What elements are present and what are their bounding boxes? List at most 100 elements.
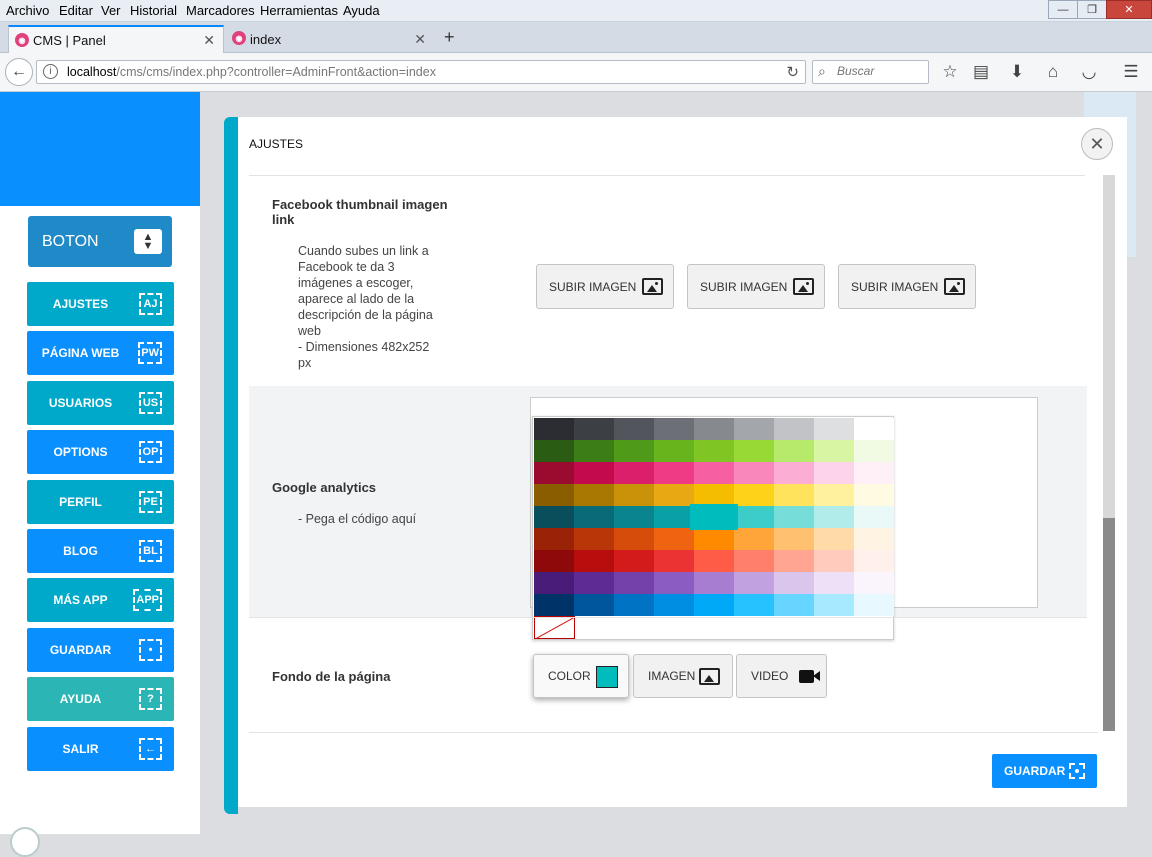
pocket-icon[interactable]: ◡ [1078,61,1100,83]
tab-index[interactable]: ◉ index ✕ [226,25,434,53]
color-swatch[interactable] [654,462,694,484]
close-tab-icon[interactable]: ✕ [414,31,426,48]
upload-image-button-1[interactable]: SUBIR IMAGEN [536,264,674,309]
reload-icon[interactable]: ↻ [786,63,799,81]
color-swatch[interactable] [694,418,734,440]
color-swatch[interactable] [774,506,814,528]
search-box[interactable]: ⌕ [812,60,929,84]
menu-ver[interactable]: Ver [101,3,121,18]
sidebar-item-página-web[interactable]: PÁGINA WEB PW [27,331,174,376]
color-swatch[interactable] [654,440,694,462]
color-swatch[interactable] [694,572,734,594]
color-swatch[interactable] [734,528,774,550]
background-color-button[interactable]: COLOR [533,654,629,698]
new-tab-icon[interactable]: + [444,27,455,48]
color-swatch[interactable] [534,550,574,572]
modal-scrollbar-thumb[interactable] [1103,518,1115,731]
sidebar-item-blog[interactable]: BLOG BL [27,529,174,573]
color-swatch[interactable] [854,462,894,484]
color-swatch[interactable] [574,594,614,616]
color-swatch[interactable] [854,594,894,616]
sidebar-item-ayuda[interactable]: AYUDA? [27,677,174,722]
color-swatch[interactable] [734,418,774,440]
bookmark-star-icon[interactable]: ☆ [939,61,961,83]
back-icon[interactable]: ← [5,58,33,86]
menu-archivo[interactable]: Archivo [6,3,49,18]
color-swatch[interactable] [774,528,814,550]
boton-select[interactable]: BOTON ▲ ▼ [28,216,172,267]
color-swatch[interactable] [534,506,574,528]
color-swatch[interactable] [854,484,894,506]
background-video-button[interactable]: VIDEO [736,654,827,698]
tab-cms-panel[interactable]: ◉ CMS | Panel ✕ [8,25,224,53]
color-swatch[interactable] [534,572,574,594]
color-swatch[interactable] [734,506,774,528]
color-swatch[interactable] [654,418,694,440]
color-swatch[interactable] [774,418,814,440]
minimize-button[interactable]: — [1048,0,1078,19]
color-swatch[interactable] [654,528,694,550]
color-swatch[interactable] [614,462,654,484]
color-swatch[interactable] [654,484,694,506]
color-swatch[interactable] [574,550,614,572]
upload-image-button-2[interactable]: SUBIR IMAGEN [687,264,825,309]
sidebar-item-usuarios[interactable]: USUARIOS US [27,380,174,425]
color-swatch[interactable] [694,462,734,484]
color-swatch[interactable] [814,550,854,572]
menu-ayuda[interactable]: Ayuda [343,3,380,18]
color-swatch[interactable] [814,484,854,506]
close-tab-icon[interactable]: ✕ [203,32,215,49]
color-swatch[interactable] [814,440,854,462]
color-swatch[interactable] [654,550,694,572]
sidebar-item-más-app[interactable]: MÁS APP APP [27,578,174,623]
color-swatch[interactable] [574,572,614,594]
sidebar-item-perfil[interactable]: PERFIL PE [27,479,174,524]
color-swatch[interactable] [574,418,614,440]
color-swatch[interactable] [814,506,854,528]
color-swatch[interactable] [814,462,854,484]
color-swatch[interactable] [614,594,654,616]
sidebar-item-ajustes[interactable]: AJUSTES AJ [27,282,174,326]
color-swatch[interactable] [814,594,854,616]
sidebar-item-guardar[interactable]: GUARDAR • [27,627,174,672]
hamburger-menu-icon[interactable]: ☰ [1120,61,1142,83]
color-swatch[interactable] [814,418,854,440]
color-swatch[interactable] [774,572,814,594]
color-swatch[interactable] [814,528,854,550]
color-swatch[interactable] [614,550,654,572]
color-swatch[interactable] [854,550,894,572]
color-swatch[interactable] [614,484,654,506]
close-modal-button[interactable]: ✕ [1081,128,1113,160]
background-image-button[interactable]: IMAGEN [633,654,733,698]
color-swatch[interactable] [774,440,814,462]
color-swatch[interactable] [694,550,734,572]
color-swatch[interactable] [614,418,654,440]
color-swatch[interactable] [654,506,694,528]
color-swatch[interactable] [814,572,854,594]
color-swatch[interactable] [854,506,894,528]
reader-list-icon[interactable]: ▤ [970,61,992,83]
color-swatch[interactable] [734,572,774,594]
color-swatch[interactable] [694,528,734,550]
sidebar-item-options[interactable]: OPTIONS OP [27,430,174,475]
color-swatch[interactable] [774,462,814,484]
downloads-icon[interactable]: ⬇ [1006,61,1028,83]
color-swatch[interactable] [854,528,894,550]
color-swatch[interactable] [694,484,734,506]
color-swatch[interactable] [614,440,654,462]
avatar[interactable] [10,827,40,857]
upload-image-button-3[interactable]: SUBIR IMAGEN [838,264,976,309]
save-button[interactable]: GUARDAR [992,754,1097,788]
menu-herramientas[interactable]: Herramientas [260,3,338,18]
color-swatch-selected[interactable] [690,504,738,530]
color-swatch[interactable] [774,484,814,506]
color-swatch[interactable] [574,484,614,506]
color-swatch[interactable] [534,440,574,462]
menu-historial[interactable]: Historial [130,3,177,18]
close-window-button[interactable]: ✕ [1106,0,1152,19]
color-swatch[interactable] [734,462,774,484]
color-swatch[interactable] [774,594,814,616]
color-swatch[interactable] [654,594,694,616]
color-swatch[interactable] [614,528,654,550]
color-swatch[interactable] [574,440,614,462]
